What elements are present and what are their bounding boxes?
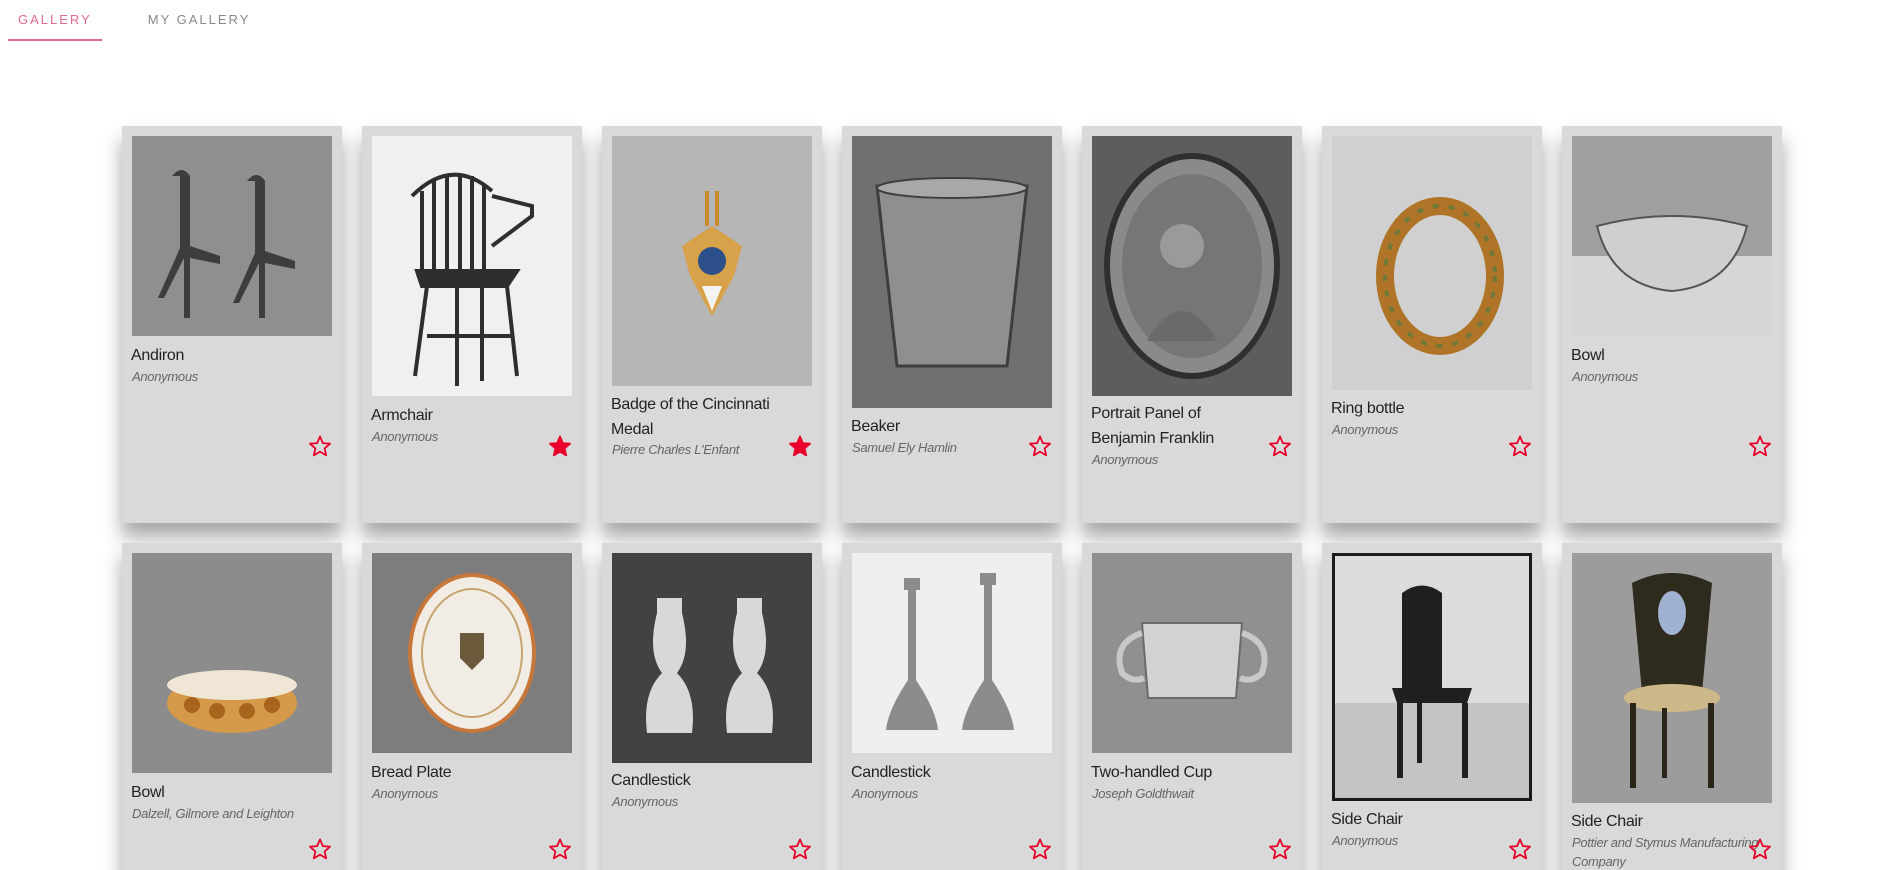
artwork-image-windsor-armchair: [372, 136, 572, 396]
artwork-title: Portrait Panel of Benjamin Franklin: [1091, 405, 1214, 447]
star-outline-icon[interactable]: [1268, 837, 1292, 861]
artwork-title: Two-handled Cup: [1091, 764, 1212, 781]
artwork-artist: Anonymous: [1092, 452, 1158, 467]
artwork-title: Candlestick: [611, 772, 691, 789]
artwork-title: Candlestick: [851, 764, 931, 781]
artwork-image-andirons: [132, 136, 332, 336]
star-outline-icon[interactable]: [1028, 837, 1052, 861]
gallery-tabs: GALLERY MY GALLERY: [8, 0, 260, 41]
artwork-image-ring-bottle: [1332, 136, 1532, 390]
artwork-title: Ring bottle: [1331, 400, 1405, 417]
artwork-image-glass-candlesticks: [612, 553, 812, 763]
artwork-title: Side Chair: [1331, 811, 1403, 828]
tab-my-gallery[interactable]: MY GALLERY: [138, 0, 261, 41]
star-outline-icon[interactable]: [308, 837, 332, 861]
artwork-image-side-chair: [1332, 553, 1532, 801]
star-outline-icon[interactable]: [1748, 434, 1772, 458]
artwork-image-amber-bowl: [132, 553, 332, 773]
artwork-artist: Pottier and Stymus Manufacturing Company: [1572, 835, 1759, 869]
artwork-image-bread-plate: [372, 553, 572, 753]
artwork-card[interactable]: Armchair Anonymous: [362, 126, 582, 523]
artwork-card[interactable]: Side Chair Pottier and Stymus Manufactur…: [1562, 543, 1782, 870]
artwork-title: Bowl: [131, 784, 165, 801]
artwork-image-ornate-chair: [1572, 553, 1772, 803]
artwork-card[interactable]: Bowl Dalzell, Gilmore and Leighton: [122, 543, 342, 870]
star-outline-icon[interactable]: [548, 837, 572, 861]
star-outline-icon[interactable]: [1508, 837, 1532, 861]
star-filled-icon[interactable]: [548, 434, 572, 458]
artwork-artist: Pierre Charles L'Enfant: [612, 442, 740, 457]
artwork-card[interactable]: Portrait Panel of Benjamin Franklin Anon…: [1082, 126, 1302, 523]
artwork-image-eagle-badge: [612, 136, 812, 386]
artwork-title: Beaker: [851, 418, 900, 435]
star-outline-icon[interactable]: [1268, 434, 1292, 458]
artwork-card[interactable]: Candlestick Anonymous: [842, 543, 1062, 870]
artwork-card[interactable]: Bowl Anonymous: [1562, 126, 1782, 523]
artwork-image-pewter-beaker: [852, 136, 1052, 408]
artwork-artist: Anonymous: [372, 786, 438, 801]
artwork-card[interactable]: Andiron Anonymous: [122, 126, 342, 523]
artwork-card[interactable]: Badge of the Cincinnati Medal Pierre Cha…: [602, 126, 822, 523]
artwork-artist: Anonymous: [612, 794, 678, 809]
star-outline-icon[interactable]: [1028, 434, 1052, 458]
artwork-image-oval-portrait: [1092, 136, 1292, 396]
artwork-artist: Anonymous: [1572, 369, 1638, 384]
artwork-artist: Samuel Ely Hamlin: [852, 440, 957, 455]
star-outline-icon[interactable]: [1508, 434, 1532, 458]
artwork-artist: Anonymous: [852, 786, 918, 801]
artwork-artist: Anonymous: [132, 369, 198, 384]
artwork-title: Badge of the Cincinnati Medal: [611, 396, 770, 438]
artwork-card[interactable]: Ring bottle Anonymous: [1322, 126, 1542, 523]
star-outline-icon[interactable]: [308, 434, 332, 458]
artwork-card[interactable]: Side Chair Anonymous: [1322, 543, 1542, 870]
artwork-artist: Anonymous: [1332, 833, 1398, 848]
artwork-card[interactable]: Candlestick Anonymous: [602, 543, 822, 870]
artwork-artist: Anonymous: [372, 429, 438, 444]
artwork-card[interactable]: Two-handled Cup Joseph Goldthwait: [1082, 543, 1302, 870]
star-outline-icon[interactable]: [1748, 837, 1772, 861]
star-outline-icon[interactable]: [788, 837, 812, 861]
artwork-artist: Anonymous: [1332, 422, 1398, 437]
artwork-artist: Joseph Goldthwait: [1092, 786, 1194, 801]
artwork-artist: Dalzell, Gilmore and Leighton: [132, 806, 294, 821]
artwork-card[interactable]: Beaker Samuel Ely Hamlin: [842, 126, 1062, 523]
star-filled-icon[interactable]: [788, 434, 812, 458]
artwork-image-silver-cup: [1092, 553, 1292, 753]
artwork-title: Armchair: [371, 407, 433, 424]
artwork-image-glass-bowl: [1572, 136, 1772, 336]
artwork-title: Bread Plate: [371, 764, 452, 781]
artwork-image-pewter-candlesticks: [852, 553, 1052, 753]
artwork-title: Bowl: [1571, 347, 1605, 364]
artwork-title: Andiron: [131, 347, 185, 364]
artwork-card[interactable]: Bread Plate Anonymous: [362, 543, 582, 870]
tab-gallery[interactable]: GALLERY: [8, 0, 102, 41]
artwork-title: Side Chair: [1571, 813, 1643, 830]
